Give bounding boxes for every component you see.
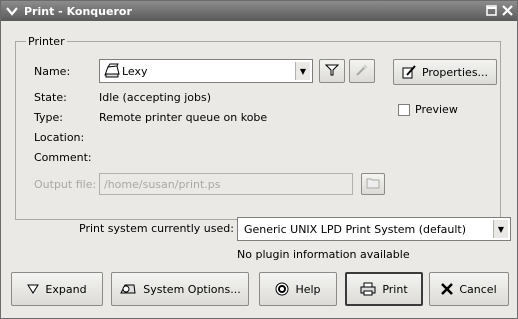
output-file-input[interactable]: /home/susan/print.ps — [99, 173, 353, 195]
wand-icon — [355, 63, 369, 80]
triangle-down-icon — [27, 284, 40, 294]
output-file-value: /home/susan/print.ps — [104, 177, 221, 191]
window-title: Print - Konqueror — [24, 4, 132, 18]
cancel-icon — [441, 283, 454, 295]
maximize-icon[interactable] — [485, 4, 498, 17]
type-value: Remote printer queue on kobe — [99, 111, 268, 124]
print-system-label: Print system currently used: — [79, 222, 234, 235]
print-system-select[interactable]: Generic UNIX LPD Print System (default) … — [237, 217, 511, 241]
state-label: State: — [34, 91, 67, 104]
plugin-info-text: No plugin information available — [237, 248, 410, 261]
preview-checkbox[interactable] — [398, 104, 410, 116]
filter-icon — [324, 63, 340, 80]
system-options-label: System Options... — [143, 282, 241, 296]
cancel-button-label: Cancel — [459, 282, 497, 296]
printer-icon — [103, 63, 121, 82]
title-bar: Print - Konqueror — [1, 1, 517, 21]
chevron-down-icon[interactable]: ▼ — [493, 220, 508, 238]
print-button-label: Print — [382, 282, 408, 296]
comment-label: Comment: — [34, 151, 92, 164]
browse-button[interactable] — [361, 173, 385, 195]
chevron-down-icon[interactable]: ▼ — [295, 62, 310, 80]
edit-icon — [402, 65, 416, 79]
expand-button[interactable]: Expand — [11, 272, 103, 306]
print-dialog-window: Print - Konqueror Printer Name: Lexy ▼ P… — [0, 0, 518, 319]
properties-button[interactable]: Properties... — [393, 59, 497, 85]
window-menu-icon[interactable] — [4, 3, 20, 19]
state-value: Idle (accepting jobs) — [99, 91, 212, 104]
preview-label: Preview — [415, 103, 458, 116]
output-file-label: Output file: — [34, 178, 97, 191]
help-button-label: Help — [295, 282, 321, 296]
printer-filter-button[interactable] — [319, 59, 345, 83]
print-icon — [360, 282, 376, 296]
printer-select[interactable]: Lexy ▼ — [99, 59, 313, 83]
printer-select-value: Lexy — [122, 64, 148, 78]
system-options-button[interactable]: System Options... — [111, 272, 249, 306]
cancel-button[interactable]: Cancel — [429, 272, 509, 306]
help-button[interactable]: Help — [259, 272, 337, 306]
close-icon[interactable] — [501, 4, 514, 17]
name-label: Name: — [34, 65, 71, 78]
folder-icon — [366, 177, 380, 192]
print-button[interactable]: Print — [345, 272, 423, 306]
type-label: Type: — [34, 111, 63, 124]
printer-group-legend: Printer — [28, 35, 65, 48]
print-system-value: Generic UNIX LPD Print System (default) — [244, 222, 467, 236]
help-icon — [275, 282, 289, 296]
properties-button-label: Properties... — [421, 65, 489, 79]
location-label: Location: — [34, 131, 85, 144]
expand-button-label: Expand — [45, 282, 87, 296]
printer-wizard-button[interactable] — [349, 59, 375, 83]
system-options-icon — [119, 281, 137, 297]
